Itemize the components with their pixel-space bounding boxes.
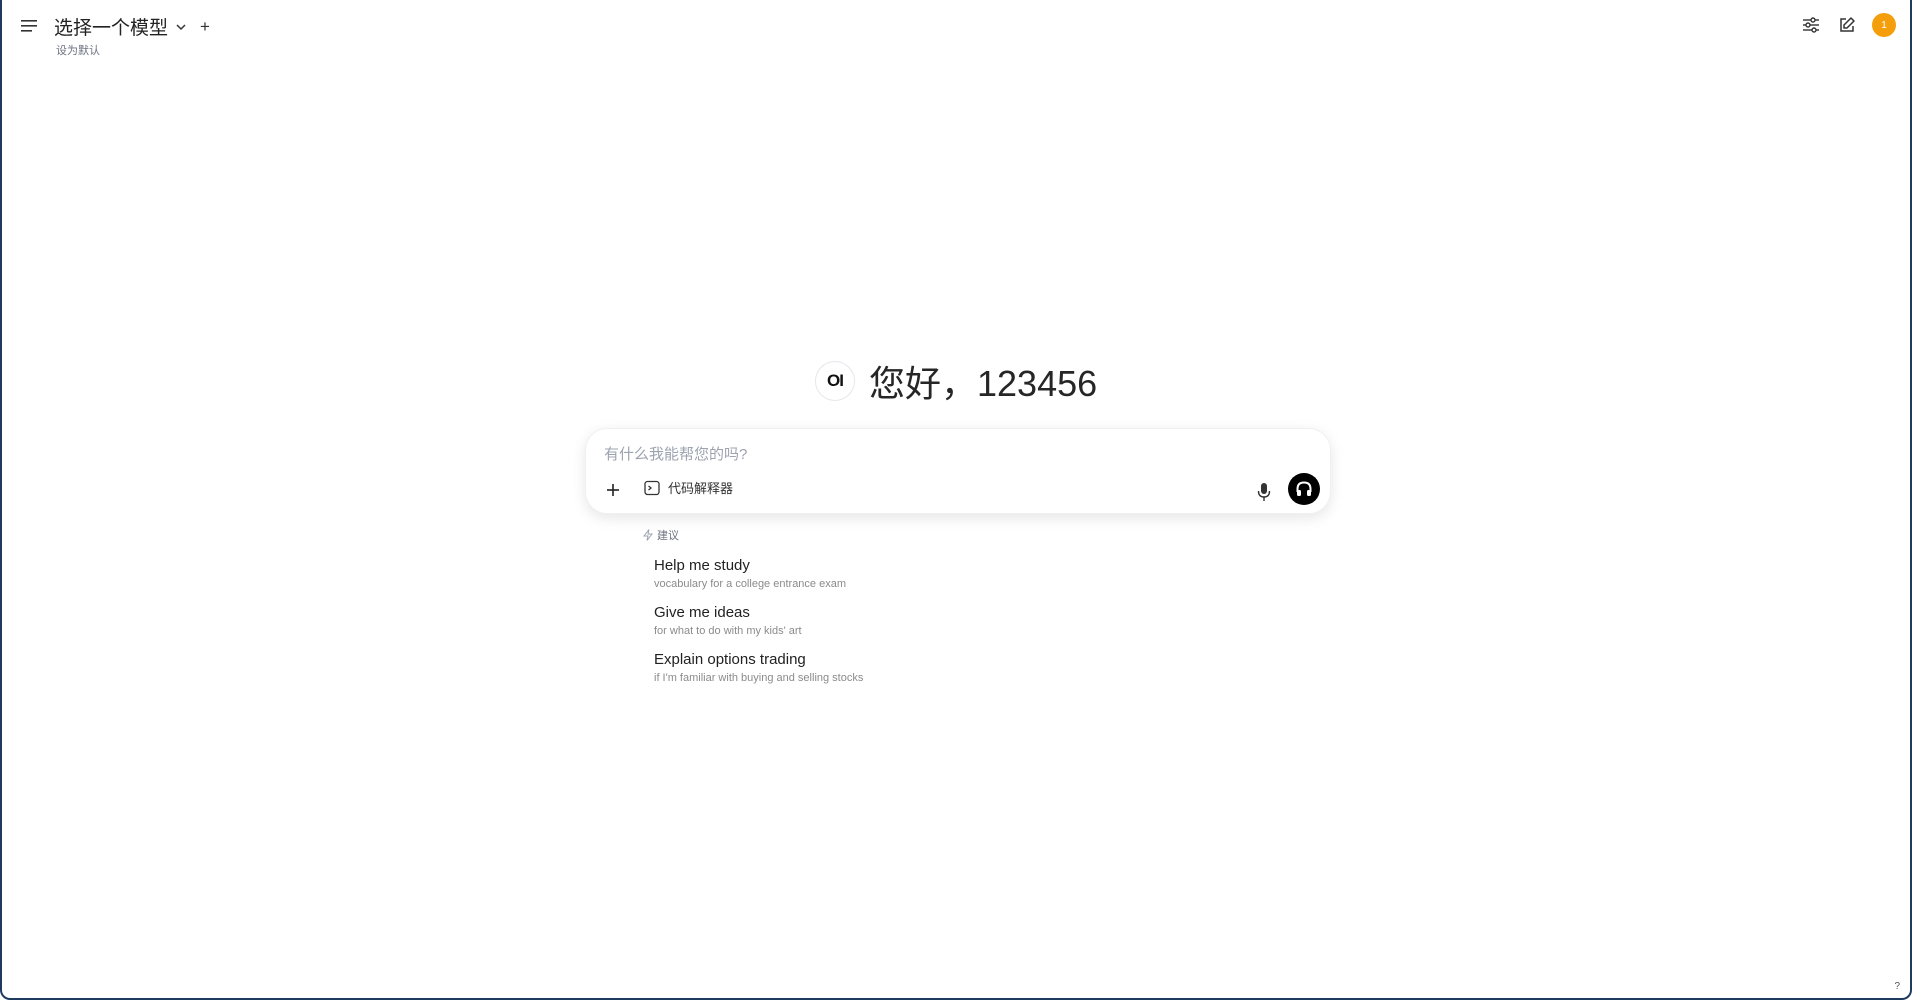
app-window: 选择一个模型 + 设为默认 1 OI 您好，123456 有什么我能帮您的吗? … bbox=[0, 0, 1912, 1000]
suggestion-subtitle: if I'm familiar with buying and selling … bbox=[654, 672, 864, 684]
controls-button[interactable] bbox=[1800, 14, 1822, 36]
greeting: OI 您好，123456 bbox=[815, 355, 1097, 407]
model-logo: OI bbox=[815, 361, 855, 401]
suggestion-title: Help me study bbox=[654, 557, 750, 574]
headphones-icon bbox=[1296, 481, 1312, 496]
top-bar: 选择一个模型 + 设为默认 1 bbox=[2, 0, 1910, 64]
message-composer: 代码解释器 bbox=[585, 428, 1331, 514]
greeting-text: 您好，123456 bbox=[869, 363, 1098, 404]
model-selector[interactable]: 选择一个模型 + bbox=[54, 13, 210, 40]
terminal-icon bbox=[644, 480, 660, 495]
top-right-actions: 1 bbox=[1800, 13, 1896, 37]
voice-mode-button[interactable] bbox=[1288, 473, 1320, 505]
suggestion-title: Explain options trading bbox=[654, 651, 806, 668]
suggestion-subtitle: vocabulary for a college entrance exam bbox=[654, 578, 846, 590]
set-default-link[interactable]: 设为默认 bbox=[56, 42, 100, 58]
chevron-down-icon[interactable] bbox=[174, 20, 188, 34]
add-model-button[interactable]: + bbox=[200, 18, 210, 35]
dictate-button[interactable] bbox=[1254, 481, 1274, 503]
code-interpreter-toggle[interactable]: 代码解释器 bbox=[644, 478, 733, 497]
sliders-icon bbox=[1803, 17, 1819, 33]
edit-icon bbox=[1840, 17, 1855, 32]
suggestion-title: Give me ideas bbox=[654, 604, 750, 621]
bolt-icon bbox=[643, 529, 653, 541]
model-selector-title[interactable]: 选择一个模型 bbox=[54, 13, 168, 40]
suggestions-header-label: 建议 bbox=[657, 530, 679, 542]
mic-icon bbox=[1257, 483, 1271, 501]
suggestion-item[interactable]: Help me study vocabulary for a college e… bbox=[654, 557, 863, 590]
help-button[interactable]: ? bbox=[1894, 981, 1900, 992]
menu-icon bbox=[21, 20, 37, 32]
code-interpreter-label: 代码解释器 bbox=[668, 481, 734, 496]
new-chat-button[interactable] bbox=[1836, 14, 1858, 36]
suggestion-item[interactable]: Explain options trading if I'm familiar … bbox=[654, 651, 863, 684]
sidebar-toggle-button[interactable] bbox=[20, 16, 40, 36]
suggestion-item[interactable]: Give me ideas for what to do with my kid… bbox=[654, 604, 863, 637]
suggestions-header: 建议 bbox=[643, 527, 679, 543]
plus-icon bbox=[607, 484, 619, 496]
suggestions-list: Help me study vocabulary for a college e… bbox=[654, 557, 863, 698]
suggestion-subtitle: for what to do with my kids' art bbox=[654, 625, 802, 637]
message-input[interactable] bbox=[604, 443, 1244, 465]
user-avatar[interactable]: 1 bbox=[1872, 13, 1896, 37]
attach-button[interactable] bbox=[602, 479, 624, 501]
